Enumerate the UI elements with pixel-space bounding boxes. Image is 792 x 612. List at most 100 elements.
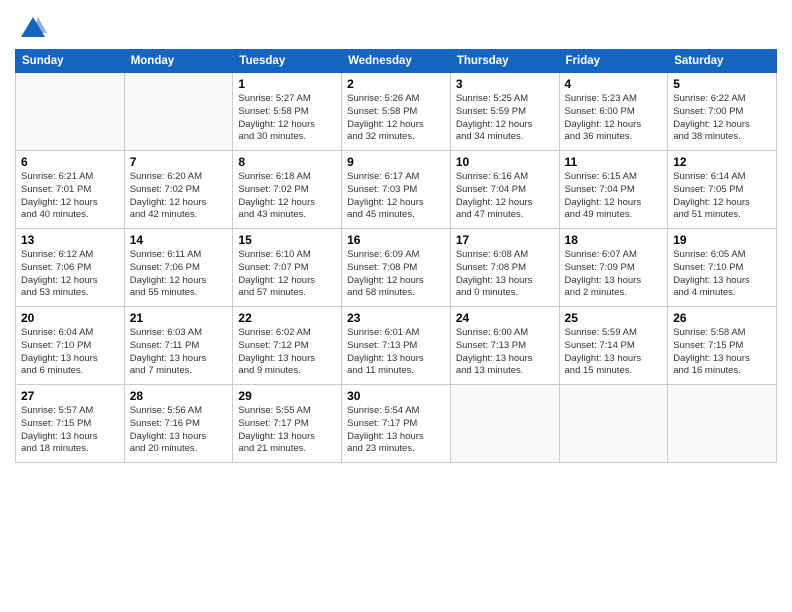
calendar-cell: 1Sunrise: 5:27 AM Sunset: 5:58 PM Daylig…: [233, 73, 342, 151]
day-number: 20: [21, 311, 119, 325]
day-info: Sunrise: 6:11 AM Sunset: 7:06 PM Dayligh…: [130, 249, 228, 300]
day-number: 19: [673, 233, 771, 247]
day-number: 28: [130, 389, 228, 403]
day-number: 1: [238, 77, 336, 91]
calendar-cell: [450, 385, 559, 463]
day-info: Sunrise: 5:25 AM Sunset: 5:59 PM Dayligh…: [456, 93, 554, 144]
day-info: Sunrise: 6:01 AM Sunset: 7:13 PM Dayligh…: [347, 327, 445, 378]
calendar-cell: 21Sunrise: 6:03 AM Sunset: 7:11 PM Dayli…: [124, 307, 233, 385]
day-info: Sunrise: 5:58 AM Sunset: 7:15 PM Dayligh…: [673, 327, 771, 378]
calendar-cell: 27 Sunrise: 5:57 AM Sunset: 7:15 PM Dayli…: [16, 385, 125, 463]
day-number: 22: [238, 311, 336, 325]
day-info: Sunrise: 6:22 AM Sunset: 7:00 PM Dayligh…: [673, 93, 771, 144]
day-number: 7: [130, 155, 228, 169]
day-info: Sunrise: 6:00 AM Sunset: 7:13 PM Dayligh…: [456, 327, 554, 378]
calendar-cell: 30 Sunrise: 5:54 AM Sunset: 7:17 PM Dayli…: [342, 385, 451, 463]
day-header-thursday: Thursday: [450, 50, 559, 73]
calendar-cell: [559, 385, 668, 463]
day-number: 24: [456, 311, 554, 325]
calendar-cell: 6 Sunrise: 6:21 AM Sunset: 7:01 PM Daylig…: [16, 151, 125, 229]
day-number: 12: [673, 155, 771, 169]
calendar-cell: [124, 73, 233, 151]
calendar-cell: 20 Sunrise: 6:04 AM Sunset: 7:10 PM Dayli…: [16, 307, 125, 385]
day-number: 3: [456, 77, 554, 91]
logo: [15, 15, 47, 43]
calendar-cell: 11 Sunrise: 6:15 AM Sunset: 7:04 PM Dayli…: [559, 151, 668, 229]
calendar-cell: 3 Sunrise: 5:25 AM Sunset: 5:59 PM Daylig…: [450, 73, 559, 151]
day-number: 18: [565, 233, 663, 247]
calendar-cell: 7Sunrise: 6:20 AM Sunset: 7:02 PM Daylig…: [124, 151, 233, 229]
week-row-3: 13Sunrise: 6:12 AM Sunset: 7:06 PM Dayli…: [16, 229, 777, 307]
calendar-cell: 18 Sunrise: 6:07 AM Sunset: 7:09 PM Dayli…: [559, 229, 668, 307]
day-number: 27: [21, 389, 119, 403]
day-info: Sunrise: 5:56 AM Sunset: 7:16 PM Dayligh…: [130, 405, 228, 456]
week-row-2: 6 Sunrise: 6:21 AM Sunset: 7:01 PM Daylig…: [16, 151, 777, 229]
calendar-cell: 10 Sunrise: 6:16 AM Sunset: 7:04 PM Dayli…: [450, 151, 559, 229]
day-info: Sunrise: 5:59 AM Sunset: 7:14 PM Dayligh…: [565, 327, 663, 378]
day-number: 23: [347, 311, 445, 325]
calendar-cell: 24 Sunrise: 6:00 AM Sunset: 7:13 PM Dayli…: [450, 307, 559, 385]
calendar-cell: 4Sunrise: 5:23 AM Sunset: 6:00 PM Daylig…: [559, 73, 668, 151]
day-number: 9: [347, 155, 445, 169]
day-header-monday: Monday: [124, 50, 233, 73]
day-number: 17: [456, 233, 554, 247]
day-header-wednesday: Wednesday: [342, 50, 451, 73]
calendar-cell: [16, 73, 125, 151]
week-row-1: 1Sunrise: 5:27 AM Sunset: 5:58 PM Daylig…: [16, 73, 777, 151]
calendar-cell: 9 Sunrise: 6:17 AM Sunset: 7:03 PM Daylig…: [342, 151, 451, 229]
day-info: Sunrise: 6:18 AM Sunset: 7:02 PM Dayligh…: [238, 171, 336, 222]
calendar-cell: 12 Sunrise: 6:14 AM Sunset: 7:05 PM Dayli…: [668, 151, 777, 229]
day-info: Sunrise: 6:17 AM Sunset: 7:03 PM Dayligh…: [347, 171, 445, 222]
day-info: Sunrise: 6:16 AM Sunset: 7:04 PM Dayligh…: [456, 171, 554, 222]
day-number: 5: [673, 77, 771, 91]
logo-icon: [19, 15, 47, 43]
day-number: 30: [347, 389, 445, 403]
day-info: Sunrise: 6:04 AM Sunset: 7:10 PM Dayligh…: [21, 327, 119, 378]
calendar-cell: 14 Sunrise: 6:11 AM Sunset: 7:06 PM Dayli…: [124, 229, 233, 307]
day-number: 26: [673, 311, 771, 325]
calendar-cell: 13Sunrise: 6:12 AM Sunset: 7:06 PM Dayli…: [16, 229, 125, 307]
day-number: 21: [130, 311, 228, 325]
calendar-cell: 15 Sunrise: 6:10 AM Sunset: 7:07 PM Dayli…: [233, 229, 342, 307]
calendar-cell: 23 Sunrise: 6:01 AM Sunset: 7:13 PM Dayli…: [342, 307, 451, 385]
calendar-cell: [668, 385, 777, 463]
day-header-sunday: Sunday: [16, 50, 125, 73]
day-info: Sunrise: 5:54 AM Sunset: 7:17 PM Dayligh…: [347, 405, 445, 456]
calendar-cell: 17 Sunrise: 6:08 AM Sunset: 7:08 PM Dayli…: [450, 229, 559, 307]
week-row-4: 20 Sunrise: 6:04 AM Sunset: 7:10 PM Dayli…: [16, 307, 777, 385]
day-info: Sunrise: 6:08 AM Sunset: 7:08 PM Dayligh…: [456, 249, 554, 300]
day-info: Sunrise: 6:09 AM Sunset: 7:08 PM Dayligh…: [347, 249, 445, 300]
day-number: 10: [456, 155, 554, 169]
day-number: 8: [238, 155, 336, 169]
header-row: SundayMondayTuesdayWednesdayThursdayFrid…: [16, 50, 777, 73]
day-number: 14: [130, 233, 228, 247]
day-info: Sunrise: 6:07 AM Sunset: 7:09 PM Dayligh…: [565, 249, 663, 300]
calendar-cell: 16Sunrise: 6:09 AM Sunset: 7:08 PM Dayli…: [342, 229, 451, 307]
calendar-cell: 29Sunrise: 5:55 AM Sunset: 7:17 PM Dayli…: [233, 385, 342, 463]
week-row-5: 27 Sunrise: 5:57 AM Sunset: 7:15 PM Dayli…: [16, 385, 777, 463]
day-header-tuesday: Tuesday: [233, 50, 342, 73]
day-info: Sunrise: 6:15 AM Sunset: 7:04 PM Dayligh…: [565, 171, 663, 222]
calendar-cell: 25Sunrise: 5:59 AM Sunset: 7:14 PM Dayli…: [559, 307, 668, 385]
day-number: 4: [565, 77, 663, 91]
day-info: Sunrise: 6:14 AM Sunset: 7:05 PM Dayligh…: [673, 171, 771, 222]
calendar-cell: 22 Sunrise: 6:02 AM Sunset: 7:12 PM Dayli…: [233, 307, 342, 385]
day-number: 6: [21, 155, 119, 169]
day-info: Sunrise: 6:02 AM Sunset: 7:12 PM Dayligh…: [238, 327, 336, 378]
day-header-friday: Friday: [559, 50, 668, 73]
day-info: Sunrise: 5:57 AM Sunset: 7:15 PM Dayligh…: [21, 405, 119, 456]
calendar-cell: 8 Sunrise: 6:18 AM Sunset: 7:02 PM Daylig…: [233, 151, 342, 229]
calendar-cell: 19Sunrise: 6:05 AM Sunset: 7:10 PM Dayli…: [668, 229, 777, 307]
day-info: Sunrise: 6:12 AM Sunset: 7:06 PM Dayligh…: [21, 249, 119, 300]
page-container: SundayMondayTuesdayWednesdayThursdayFrid…: [0, 0, 792, 473]
day-number: 15: [238, 233, 336, 247]
day-info: Sunrise: 6:21 AM Sunset: 7:01 PM Dayligh…: [21, 171, 119, 222]
day-number: 11: [565, 155, 663, 169]
day-info: Sunrise: 6:10 AM Sunset: 7:07 PM Dayligh…: [238, 249, 336, 300]
calendar-cell: 28 Sunrise: 5:56 AM Sunset: 7:16 PM Dayli…: [124, 385, 233, 463]
header: [15, 10, 777, 43]
day-header-saturday: Saturday: [668, 50, 777, 73]
calendar-cell: 26 Sunrise: 5:58 AM Sunset: 7:15 PM Dayli…: [668, 307, 777, 385]
calendar-table: SundayMondayTuesdayWednesdayThursdayFrid…: [15, 49, 777, 463]
day-info: Sunrise: 5:26 AM Sunset: 5:58 PM Dayligh…: [347, 93, 445, 144]
